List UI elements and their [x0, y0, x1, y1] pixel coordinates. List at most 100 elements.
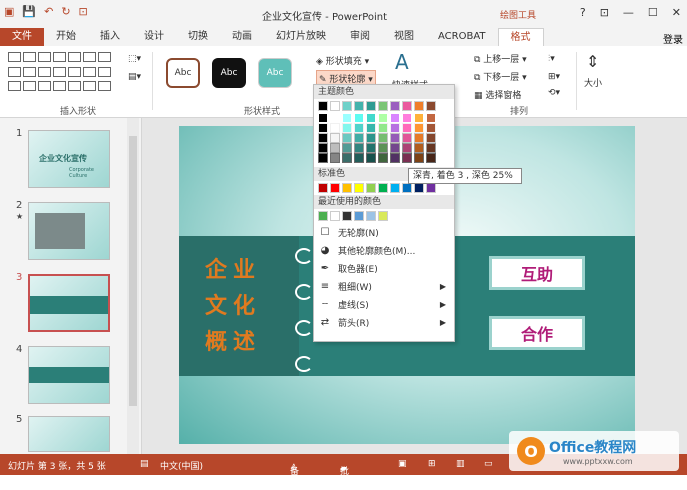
theme-shade-swatch[interactable] — [426, 123, 436, 133]
tab-view[interactable]: 视图 — [382, 28, 426, 46]
tab-format[interactable]: 格式 — [497, 28, 544, 46]
slide-thumbnail-2[interactable] — [28, 202, 110, 260]
shape-item[interactable] — [8, 52, 21, 62]
theme-shade-swatch[interactable] — [414, 143, 424, 153]
theme-shade-swatch[interactable] — [354, 133, 364, 143]
shape-style-1[interactable]: Abc — [166, 58, 200, 88]
edit-shape-icon[interactable]: ⬚▾ — [128, 54, 141, 64]
theme-shade-swatch[interactable] — [426, 153, 436, 163]
theme-shade-swatch[interactable] — [378, 143, 388, 153]
shape-item[interactable] — [53, 81, 66, 92]
theme-shade-swatch[interactable] — [378, 113, 388, 123]
shape-item[interactable] — [23, 52, 36, 62]
quick-styles-icon[interactable]: A — [395, 50, 409, 74]
theme-color-swatch[interactable] — [390, 101, 400, 111]
restore-icon[interactable]: ⊡ — [600, 6, 609, 19]
more-colors-item[interactable]: ◕ 其他轮廓颜色(M)... — [314, 241, 454, 259]
theme-shade-swatch[interactable] — [330, 143, 340, 153]
theme-shade-swatch[interactable] — [354, 153, 364, 163]
shape-item[interactable] — [8, 66, 21, 77]
tab-animations[interactable]: 动画 — [220, 28, 264, 46]
shape-item[interactable] — [98, 52, 111, 62]
shape-style-2[interactable]: Abc — [212, 58, 246, 88]
theme-shade-swatch[interactable] — [402, 133, 412, 143]
theme-color-swatch[interactable] — [354, 101, 364, 111]
shape-item[interactable] — [98, 81, 111, 92]
theme-shade-swatch[interactable] — [330, 133, 340, 143]
shape-item[interactable] — [53, 66, 66, 77]
theme-shade-swatch[interactable] — [330, 153, 340, 163]
theme-shade-swatch[interactable] — [330, 113, 340, 123]
eyedropper-item[interactable]: ✒ 取色器(E) — [314, 259, 454, 277]
theme-shade-swatch[interactable] — [342, 113, 352, 123]
save-icon[interactable]: 💾 — [22, 5, 36, 18]
size-button[interactable]: 大小 — [584, 76, 602, 89]
slide-title-line-3[interactable]: 概述 — [205, 324, 261, 356]
minimize-button[interactable]: — — [623, 6, 634, 19]
standard-color-swatch[interactable] — [390, 183, 400, 193]
shape-item[interactable] — [38, 66, 51, 77]
login-link[interactable]: 登录 — [663, 31, 683, 46]
standard-color-swatch[interactable] — [366, 183, 376, 193]
standard-color-swatch[interactable] — [378, 183, 388, 193]
theme-shade-swatch[interactable] — [354, 123, 364, 133]
theme-color-swatch[interactable] — [330, 101, 340, 111]
shape-item[interactable] — [38, 52, 51, 62]
theme-color-swatch[interactable] — [366, 101, 376, 111]
shape-gallery[interactable] — [8, 52, 111, 94]
shape-item[interactable] — [68, 81, 81, 92]
shape-fill-button[interactable]: ◈ 形状填充 ▾ — [316, 54, 369, 67]
standard-color-swatch[interactable] — [330, 183, 340, 193]
shape-item[interactable] — [23, 66, 36, 77]
theme-shade-swatch[interactable] — [378, 133, 388, 143]
theme-color-swatch[interactable] — [414, 101, 424, 111]
standard-color-swatch[interactable] — [318, 183, 328, 193]
slide-sorter-icon[interactable]: ⊞ — [428, 459, 436, 469]
selection-pane-button[interactable]: ▦ 选择窗格 — [474, 88, 521, 101]
theme-color-swatch[interactable] — [402, 101, 412, 111]
shape-item[interactable] — [38, 81, 51, 92]
no-outline-item[interactable]: ☐ 无轮廓(N) — [314, 223, 454, 241]
theme-shade-swatch[interactable] — [414, 113, 424, 123]
size-icon[interactable]: ⇕ — [586, 52, 599, 71]
slide-title-line-2[interactable]: 文化 — [205, 288, 261, 320]
maximize-button[interactable]: ☐ — [648, 6, 658, 19]
standard-color-swatch[interactable] — [426, 183, 436, 193]
tab-design[interactable]: 设计 — [132, 28, 176, 46]
theme-shade-swatch[interactable] — [402, 123, 412, 133]
language-indicator[interactable]: 中文(中国) — [160, 459, 203, 472]
standard-color-swatch[interactable] — [402, 183, 412, 193]
shape-item[interactable] — [53, 52, 66, 62]
standard-color-swatch[interactable] — [414, 183, 424, 193]
theme-shade-swatch[interactable] — [414, 153, 424, 163]
close-button[interactable]: ✕ — [672, 6, 681, 19]
theme-shade-swatch[interactable] — [378, 153, 388, 163]
tab-acrobat[interactable]: ACROBAT — [426, 28, 498, 46]
theme-shade-swatch[interactable] — [318, 133, 328, 143]
theme-shade-swatch[interactable] — [390, 123, 400, 133]
standard-color-swatch[interactable] — [354, 183, 364, 193]
theme-shade-swatch[interactable] — [366, 123, 376, 133]
theme-shade-swatch[interactable] — [342, 153, 352, 163]
shape-item[interactable] — [83, 66, 96, 77]
slide-thumbnail-4[interactable] — [28, 346, 110, 404]
recent-color-swatch[interactable] — [366, 211, 376, 221]
theme-shade-swatch[interactable] — [342, 123, 352, 133]
theme-shade-swatch[interactable] — [390, 153, 400, 163]
redo-icon[interactable]: ↻ — [61, 5, 70, 18]
theme-shade-swatch[interactable] — [354, 113, 364, 123]
theme-shade-swatch[interactable] — [318, 123, 328, 133]
text-box-cooperation[interactable]: 合作 — [489, 316, 585, 350]
tab-review[interactable]: 审阅 — [338, 28, 382, 46]
shape-item[interactable] — [83, 52, 96, 62]
shape-item[interactable] — [83, 81, 96, 92]
thumbnail-scrollbar[interactable] — [127, 118, 139, 454]
bring-forward-button[interactable]: ⧉ 上移一层 ▾ — [474, 52, 527, 65]
shape-item[interactable] — [68, 52, 81, 62]
reading-view-icon[interactable]: ▥ — [456, 459, 465, 469]
weight-item[interactable]: ≡ 粗细(W) ▶ — [314, 277, 454, 295]
theme-shade-swatch[interactable] — [318, 143, 328, 153]
align-icon[interactable]: ⫶▾ — [548, 54, 555, 64]
tab-file[interactable]: 文件 — [0, 28, 44, 46]
theme-color-swatch[interactable] — [378, 101, 388, 111]
